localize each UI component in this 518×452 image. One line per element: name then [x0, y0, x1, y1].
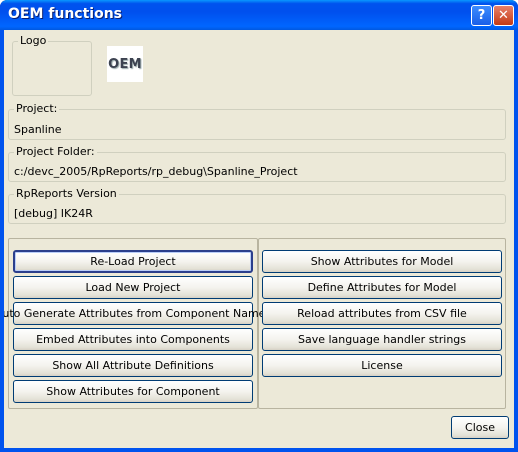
title-bar[interactable]: OEM functions ? ✕: [0, 0, 518, 30]
project-name-value: Spanline: [14, 123, 62, 136]
save-language-handler-strings-button[interactable]: Save language handler strings: [262, 328, 502, 351]
logo-legend: Logo: [18, 34, 49, 48]
window-close-button[interactable]: ✕: [493, 5, 514, 26]
question-mark-icon: ?: [477, 8, 486, 23]
help-button[interactable]: ?: [471, 5, 492, 26]
version-group: RpReports Version [debug] IK24R: [8, 187, 506, 224]
dialog-client: Logo OEM Project: Spanline Project Folde…: [0, 30, 514, 448]
logo-group: Logo: [12, 34, 92, 96]
load-new-project-button[interactable]: Load New Project: [13, 276, 253, 299]
embed-attributes-button[interactable]: Embed Attributes into Components: [13, 328, 253, 351]
close-button[interactable]: Close: [451, 416, 509, 439]
reload-project-button[interactable]: Re-Load Project: [13, 250, 253, 273]
version-value: [debug] IK24R: [14, 207, 93, 220]
project-folder-legend: Project Folder:: [14, 145, 97, 159]
project-folder-value: c:/devc_2005/RpReports/rp_debug\Spanline…: [14, 165, 298, 178]
close-icon: ✕: [498, 8, 509, 23]
project-folder-group: Project Folder: c:/devc_2005/RpReports/r…: [8, 145, 506, 182]
show-all-attribute-definitions-button[interactable]: Show All Attribute Definitions: [13, 354, 253, 377]
project-legend: Project:: [14, 102, 60, 116]
auto-generate-attributes-button[interactable]: Auto Generate Attributes from Component …: [0, 302, 271, 325]
version-legend: RpReports Version: [14, 187, 119, 201]
show-attributes-for-component-button[interactable]: Show Attributes for Component: [13, 380, 253, 403]
reload-attributes-csv-button[interactable]: Reload attributes from CSV file: [262, 302, 502, 325]
dialog-window: OEM functions ? ✕ Logo OEM Project: Span…: [0, 0, 518, 452]
project-group: Project: Spanline: [8, 102, 506, 140]
license-button[interactable]: License: [262, 354, 502, 377]
show-attributes-for-model-button[interactable]: Show Attributes for Model: [262, 250, 502, 273]
window-title: OEM functions: [8, 6, 123, 22]
define-attributes-for-model-button[interactable]: Define Attributes for Model: [262, 276, 502, 299]
oem-logo-image: OEM: [107, 46, 143, 82]
